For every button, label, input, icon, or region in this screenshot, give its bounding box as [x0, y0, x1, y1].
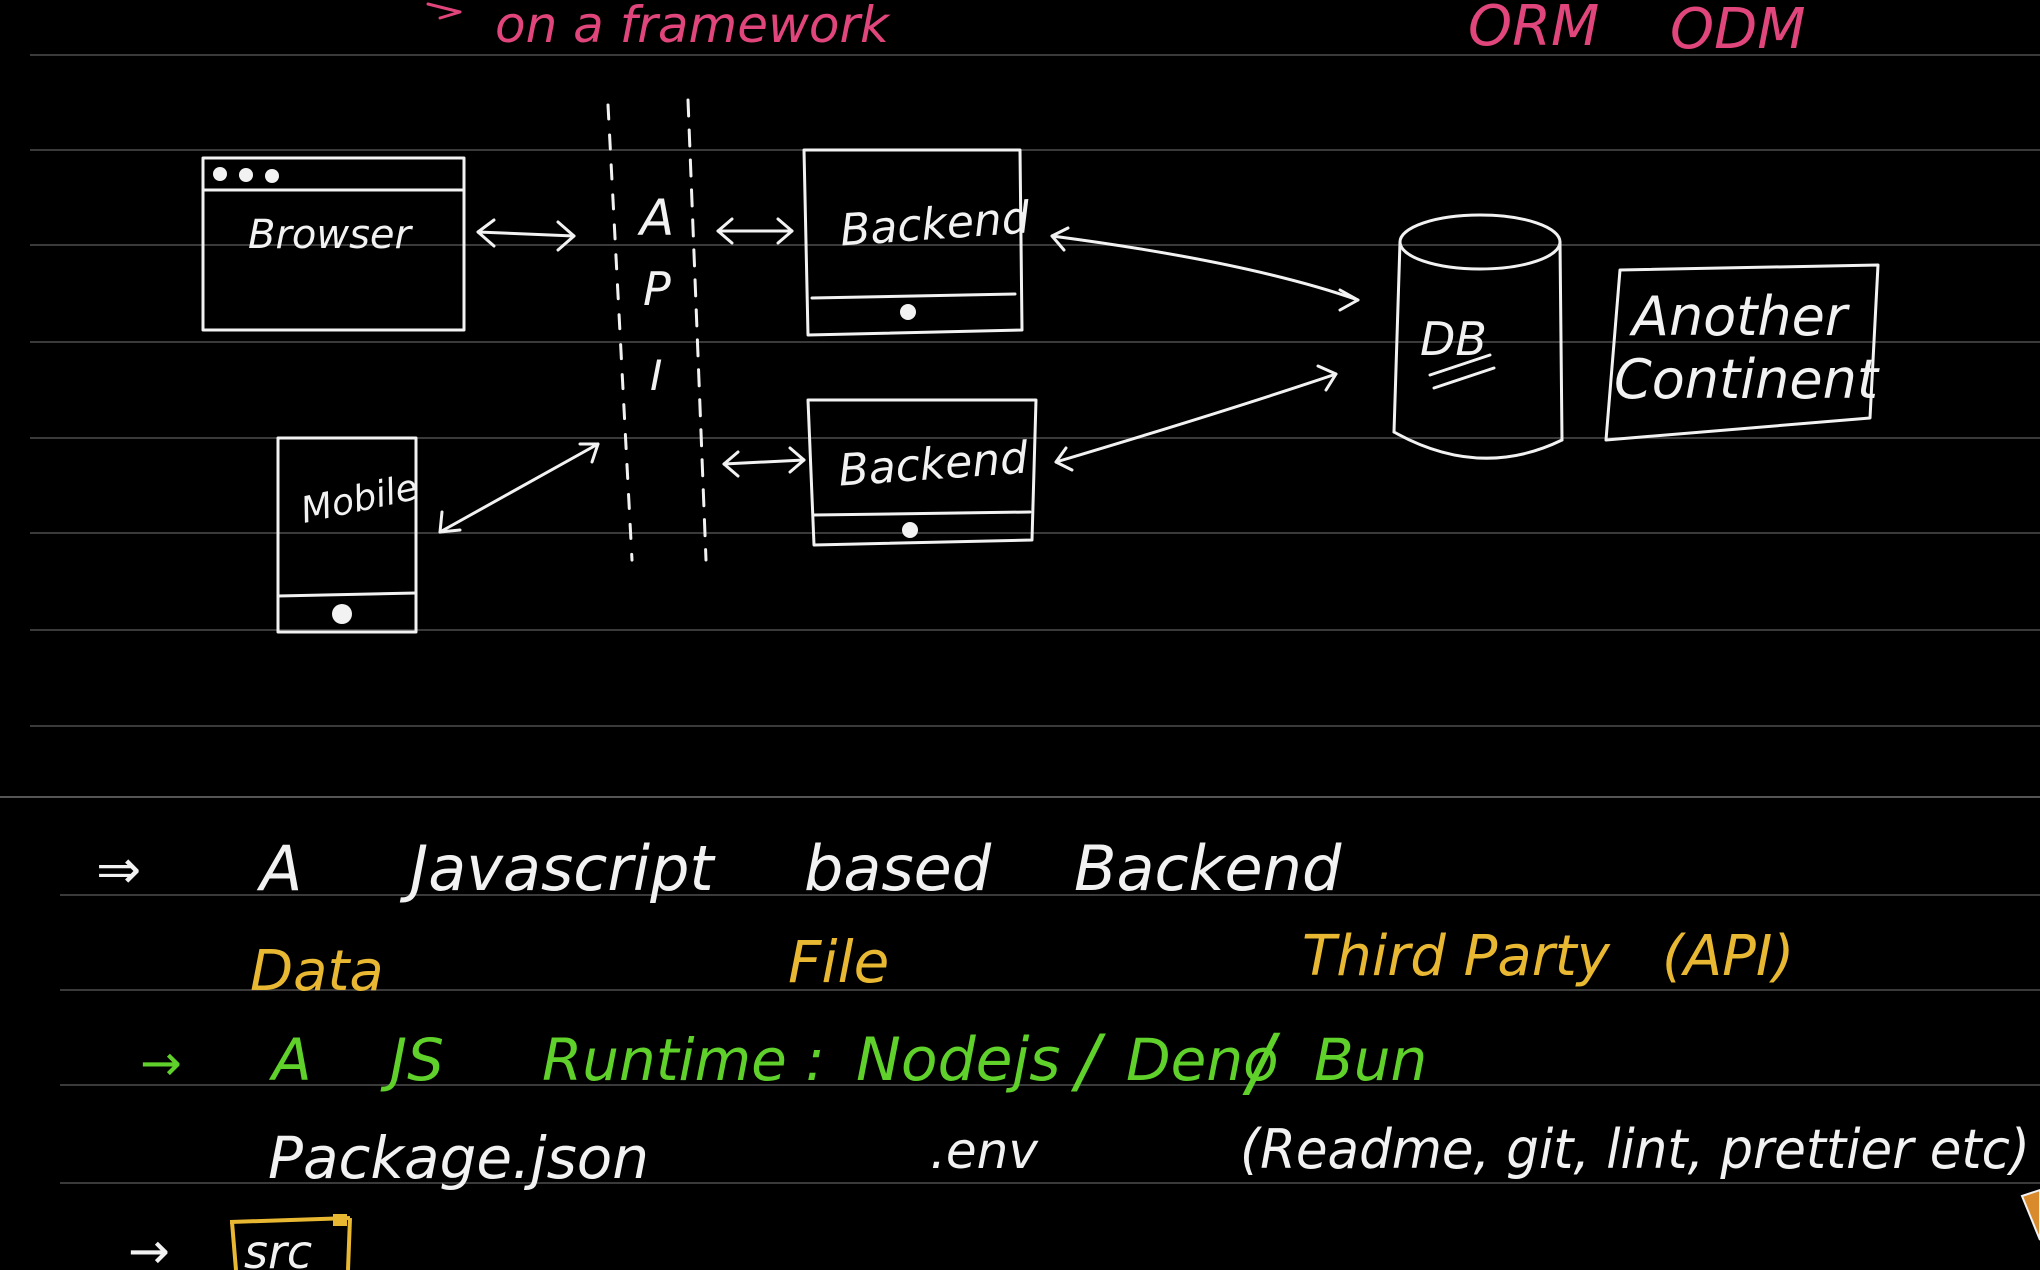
runtime-a: A — [268, 1026, 312, 1094]
third-party-label: Third Party — [1302, 924, 1611, 989]
runtime-arrow: → — [140, 1034, 182, 1092]
database-cylinder: DB — [1392, 213, 1564, 460]
backend-indicator-icon — [900, 304, 916, 320]
backend-indicator-icon — [902, 522, 918, 538]
runtime-slash: / — [1070, 1020, 1106, 1102]
api-letter-p: P — [643, 262, 671, 316]
window-dot-icon — [213, 167, 227, 181]
pencil-cursor-icon — [2020, 1188, 2040, 1241]
whiteboard: on a framework ORM ODM Browser Mobile A … — [0, 0, 2040, 1270]
src-folder: src — [229, 1214, 352, 1270]
env-label: .env — [930, 1122, 1039, 1180]
double-arrow: ⇒ — [96, 838, 141, 901]
src-arrow: → — [128, 1222, 170, 1270]
mobile-box: Mobile — [276, 436, 421, 634]
js-backend-a: A — [256, 832, 302, 905]
backend-box-1: Backend — [802, 148, 1032, 337]
runtime-js: JS — [380, 1026, 444, 1094]
backend-1-label: Backend — [838, 192, 1032, 256]
api-letter-a: A — [637, 189, 674, 247]
odm-label: ODM — [1670, 0, 1806, 62]
continent-label: Continent — [1614, 348, 1880, 411]
window-dot-icon — [265, 169, 279, 183]
browser-label: Browser — [248, 212, 414, 258]
file-label: File — [788, 928, 889, 996]
backend-2-label: Backend — [837, 432, 1031, 496]
extras-label: (Readme, git, lint, prettier etc) — [1240, 1118, 2030, 1181]
js-backend-javascript: Javascript — [399, 832, 716, 905]
mobile-label: Mobile — [297, 467, 421, 532]
api-letter-i: I — [650, 351, 662, 400]
js-backend-backend: Backend — [1074, 832, 1342, 905]
data-label: Data — [250, 939, 384, 1004]
backend-box-2: Backend — [806, 398, 1038, 547]
partial-arrow-mark — [426, 2, 462, 20]
home-button-icon — [332, 604, 352, 624]
package-json-label: Package.json — [268, 1124, 649, 1192]
framework-note: on a framework — [495, 0, 891, 54]
runtime-label: Runtime : — [542, 1026, 825, 1094]
window-dot-icon — [239, 168, 253, 182]
runtime-nodejs: Nodejs — [856, 1025, 1061, 1095]
js-backend-based: based — [804, 832, 992, 905]
runtime-bun: Bun — [1314, 1026, 1427, 1094]
another-continent-box: Another Continent — [1604, 263, 1880, 442]
another-label: Another — [1629, 285, 1850, 348]
api-paren-label: (API) — [1662, 924, 1794, 989]
api-layer: A P I — [606, 98, 708, 562]
orm-label: ORM — [1468, 0, 1599, 59]
src-label: src — [244, 1225, 312, 1270]
